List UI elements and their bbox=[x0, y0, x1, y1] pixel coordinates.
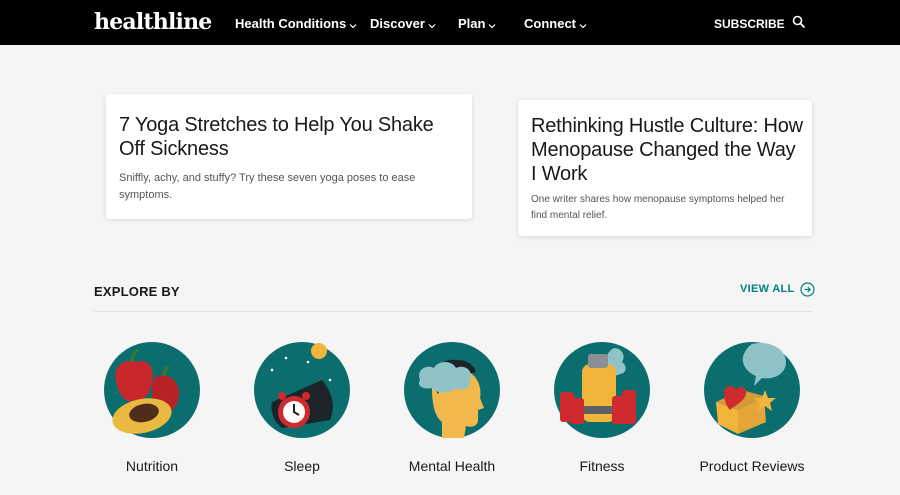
view-all-label: VIEW ALL bbox=[740, 283, 795, 295]
article-card[interactable]: 7 Yoga Stretches to Help You Shake Off S… bbox=[106, 94, 472, 219]
search-icon[interactable] bbox=[792, 15, 806, 29]
topic-mental-health[interactable]: Mental Health bbox=[377, 340, 527, 480]
healthline-logo[interactable]: healthline bbox=[94, 9, 212, 35]
article-description: One writer shares how menopause symptoms… bbox=[531, 194, 785, 221]
topic-label: Mental Health bbox=[408, 458, 496, 474]
top-navigation: healthline Health Conditions Discover Pl… bbox=[0, 0, 900, 45]
nav-label: Connect bbox=[524, 16, 576, 31]
nav-connect[interactable]: Connect bbox=[524, 16, 587, 33]
topic-label: Fitness bbox=[579, 458, 625, 474]
chevron-down-icon bbox=[488, 17, 496, 33]
arrow-circle-right-icon bbox=[799, 281, 815, 297]
section-divider bbox=[94, 311, 812, 312]
sleep-icon bbox=[254, 342, 350, 438]
nutrition-icon bbox=[104, 342, 200, 438]
nav-discover[interactable]: Discover bbox=[370, 16, 436, 33]
topic-product-reviews[interactable]: Product Reviews bbox=[677, 340, 827, 480]
topic-nutrition[interactable]: Nutrition bbox=[77, 340, 227, 480]
chevron-down-icon bbox=[428, 17, 436, 33]
nav-label: Health Conditions bbox=[235, 16, 347, 31]
topic-fitness[interactable]: Fitness bbox=[527, 340, 677, 480]
mental-health-icon bbox=[404, 342, 500, 438]
nav-plan[interactable]: Plan bbox=[458, 16, 496, 33]
topic-label: Sleep bbox=[284, 458, 320, 474]
explore-by-heading: EXPLORE BY bbox=[94, 284, 180, 299]
nav-label: Discover bbox=[370, 16, 425, 31]
view-all-link[interactable]: VIEW ALL bbox=[740, 280, 815, 298]
topic-label: Product Reviews bbox=[699, 458, 805, 474]
product-reviews-icon bbox=[704, 342, 800, 438]
topic-sleep[interactable]: Sleep bbox=[227, 340, 377, 480]
nav-label: Plan bbox=[458, 16, 486, 31]
article-title[interactable]: Rethinking Hustle Culture: How Menopause… bbox=[531, 114, 806, 186]
article-title[interactable]: 7 Yoga Stretches to Help You Shake Off S… bbox=[119, 113, 459, 161]
chevron-down-icon bbox=[579, 17, 587, 33]
fitness-icon bbox=[554, 342, 650, 438]
article-description: Sniffly, achy, and stuffy? Try these sev… bbox=[119, 172, 416, 201]
subscribe-button[interactable]: SUBSCRIBE bbox=[714, 16, 785, 32]
topic-label: Nutrition bbox=[125, 458, 179, 474]
article-card[interactable]: Rethinking Hustle Culture: How Menopause… bbox=[518, 100, 812, 236]
chevron-down-icon bbox=[349, 17, 357, 33]
nav-health-conditions[interactable]: Health Conditions bbox=[235, 16, 357, 33]
